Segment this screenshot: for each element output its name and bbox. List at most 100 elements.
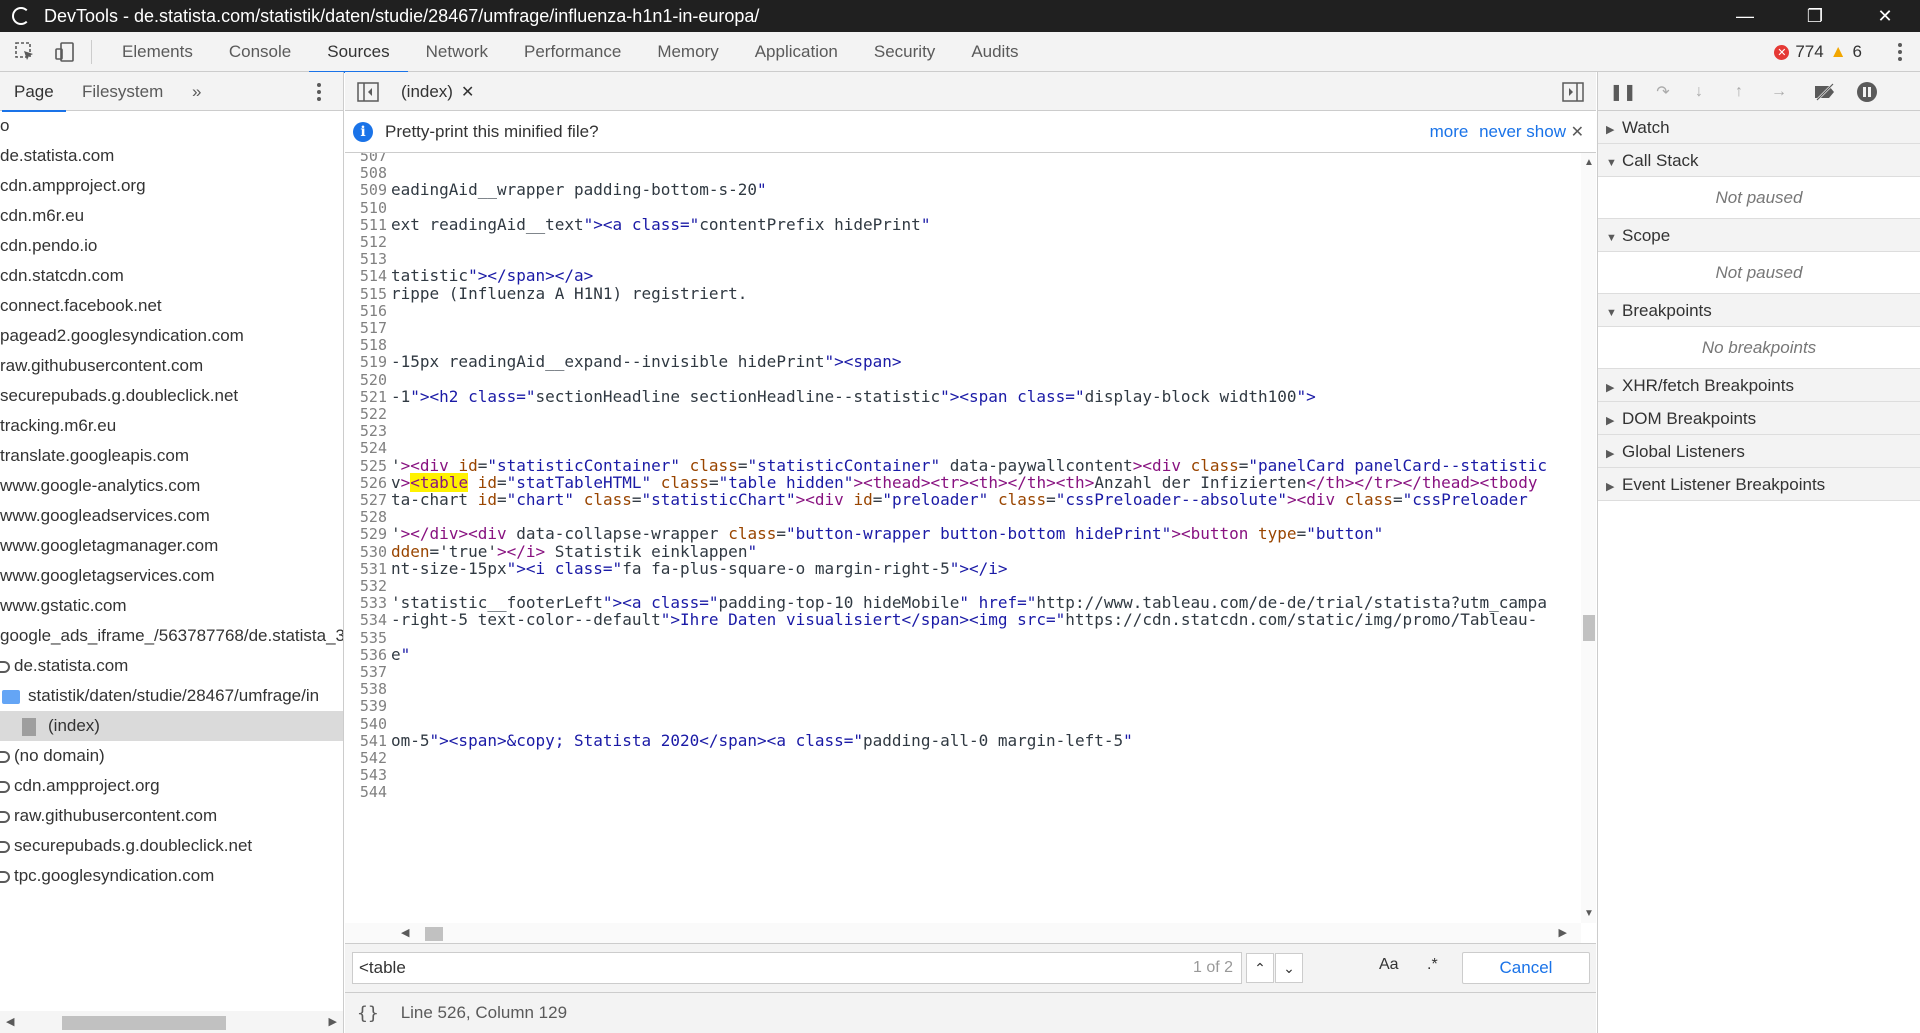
tree-domain-item[interactable]: google_ads_iframe_/563787768/de.statista… xyxy=(0,621,343,651)
expanded-triangle-icon: ▼ xyxy=(1606,307,1617,319)
tree-domain-item[interactable]: cdn.ampproject.org xyxy=(0,771,343,801)
tree-domain-item[interactable]: www.googleadservices.com xyxy=(0,501,343,531)
tree-domain-item[interactable]: cdn.ampproject.org xyxy=(0,171,343,201)
tree-domain-item[interactable]: connect.facebook.net xyxy=(0,291,343,321)
tree-domain-item[interactable]: raw.githubusercontent.com xyxy=(0,801,343,831)
deactivate-breakpoints-icon[interactable] xyxy=(1812,80,1838,104)
tab-memory[interactable]: Memory xyxy=(639,32,736,72)
pause-on-exceptions-icon[interactable] xyxy=(1854,80,1880,104)
more-tabs-icon[interactable]: » xyxy=(192,72,201,111)
tree-domain-item[interactable]: de.statista.com xyxy=(0,141,343,171)
tab-console[interactable]: Console xyxy=(211,32,309,72)
warning-count: 6 xyxy=(1852,42,1862,61)
device-toolbar-icon[interactable] xyxy=(52,40,78,64)
minimize-button[interactable]: — xyxy=(1710,0,1780,32)
tree-domain-item[interactable]: (no domain) xyxy=(0,741,343,771)
search-next-button[interactable]: ⌄ xyxy=(1275,953,1303,983)
step-over-icon[interactable]: ↷ xyxy=(1650,80,1676,104)
toggle-debugger-icon[interactable] xyxy=(1560,80,1586,104)
code-view[interactable]: 507 508 509 eadingAid__wrapper padding-bott… xyxy=(345,153,1581,923)
tree-domain-item[interactable]: o xyxy=(0,111,343,141)
tree-domain-item[interactable]: www.gstatic.com xyxy=(0,591,343,621)
cancel-search-button[interactable]: Cancel xyxy=(1462,952,1590,984)
toggle-navigator-icon[interactable] xyxy=(355,80,381,104)
issue-counters[interactable]: ✕ 774 ▲ 6 xyxy=(1774,32,1862,72)
pane-event-listener-breakpoints[interactable]: ▶ Event Listener Breakpoints xyxy=(1598,468,1920,501)
tree-item-label: pagead2.googlesyndication.com xyxy=(0,326,244,345)
cursor-position: Line 526, Column 129 xyxy=(400,1003,568,1022)
search-input[interactable]: <table 1 of 2 xyxy=(352,952,1242,984)
infobar-more-link[interactable]: more xyxy=(1430,122,1469,141)
step-into-icon[interactable]: ↓ xyxy=(1686,80,1712,104)
tree-domain-item[interactable]: cdn.pendo.io xyxy=(0,231,343,261)
search-match-count: 1 of 2 xyxy=(1192,959,1233,976)
pretty-print-icon[interactable]: {} xyxy=(357,1003,379,1024)
navigator-hscrollbar[interactable]: ◀ ▶ xyxy=(0,1011,343,1033)
customize-menu-icon[interactable] xyxy=(1892,40,1908,64)
tree-domain-item[interactable]: cdn.m6r.eu xyxy=(0,201,343,231)
domain-icon xyxy=(0,750,10,763)
close-infobar-icon[interactable]: ✕ xyxy=(1571,122,1584,142)
tree-domain-item[interactable]: securepubads.g.doubleclick.net xyxy=(0,831,343,861)
pane-placeholder: Not paused xyxy=(1598,177,1920,219)
pause-icon[interactable]: ❚❚ xyxy=(1610,80,1637,104)
tab-application[interactable]: Application xyxy=(737,32,856,72)
tab-performance[interactable]: Performance xyxy=(506,32,639,72)
tree-domain-item[interactable]: tracking.m6r.eu xyxy=(0,411,343,441)
tree-file-item[interactable]: (index) xyxy=(0,711,343,741)
code-line[interactable]: 544 xyxy=(345,781,1581,802)
step-out-icon[interactable]: ↑ xyxy=(1726,80,1752,104)
tab-network[interactable]: Network xyxy=(408,32,506,72)
editor-vscrollbar[interactable]: ▲ ▼ xyxy=(1581,153,1596,923)
tree-folder-item[interactable]: statistik/daten/studie/28467/umfrage/in xyxy=(0,681,343,711)
tree-domain-item[interactable]: raw.githubusercontent.com xyxy=(0,351,343,381)
step-icon[interactable]: → xyxy=(1766,80,1792,104)
tab-audits[interactable]: Audits xyxy=(953,32,1036,72)
pane-title: XHR/fetch Breakpoints xyxy=(1622,376,1794,395)
pane-placeholder: No breakpoints xyxy=(1598,327,1920,369)
collapsed-triangle-icon: ▶ xyxy=(1606,481,1615,493)
close-window-button[interactable]: ✕ xyxy=(1850,0,1920,32)
tree-item-label: connect.facebook.net xyxy=(0,296,162,315)
search-prev-button[interactable]: ⌃ xyxy=(1246,953,1274,983)
tree-domain-item[interactable]: www.googletagservices.com xyxy=(0,561,343,591)
tree-item-label: www.google-analytics.com xyxy=(0,476,201,495)
navigator-menu-icon[interactable] xyxy=(311,80,327,104)
tree-domain-item[interactable]: tpc.googlesyndication.com xyxy=(0,861,343,891)
tree-domain-item[interactable]: securepubads.g.doubleclick.net xyxy=(0,381,343,411)
infobar-never-show-link[interactable]: never show xyxy=(1479,122,1566,141)
pane-scope[interactable]: ▼ Scope xyxy=(1598,219,1920,252)
warning-icon: ▲ xyxy=(1829,42,1847,61)
tab-security[interactable]: Security xyxy=(856,32,953,72)
tree-domain-item[interactable]: pagead2.googlesyndication.com xyxy=(0,321,343,351)
nav-tab-filesystem[interactable]: Filesystem xyxy=(82,72,163,111)
pane-watch[interactable]: ▶ Watch xyxy=(1598,111,1920,144)
editor-hscrollbar[interactable]: ◀ ▶ xyxy=(345,923,1581,943)
tree-domain-item[interactable]: translate.googleapis.com xyxy=(0,441,343,471)
tree-item-label: securepubads.g.doubleclick.net xyxy=(14,836,253,855)
close-tab-icon[interactable]: ✕ xyxy=(461,84,474,101)
inspect-element-icon[interactable] xyxy=(12,40,38,64)
pane-global-listeners[interactable]: ▶ Global Listeners xyxy=(1598,435,1920,468)
tree-item-label: cdn.pendo.io xyxy=(0,236,98,255)
nav-tab-page[interactable]: Page xyxy=(2,72,66,112)
regex-button[interactable]: .* xyxy=(1427,956,1438,974)
tree-domain-item[interactable]: de.statista.com xyxy=(0,651,343,681)
tab-sources[interactable]: Sources xyxy=(309,32,409,73)
pane-xhr-fetch-breakpoints[interactable]: ▶ XHR/fetch Breakpoints xyxy=(1598,369,1920,402)
pane-call-stack[interactable]: ▼ Call Stack xyxy=(1598,144,1920,177)
match-case-button[interactable]: Aa xyxy=(1379,956,1399,974)
tree-item-label: de.statista.com xyxy=(14,656,129,675)
tab-elements[interactable]: Elements xyxy=(104,32,211,72)
editor-tab-index[interactable]: (index) ✕ xyxy=(401,72,474,111)
tree-domain-item[interactable]: cdn.statcdn.com xyxy=(0,261,343,291)
restore-button[interactable]: ❐ xyxy=(1780,0,1850,32)
pane-breakpoints[interactable]: ▼ Breakpoints xyxy=(1598,294,1920,327)
tree-item-label: cdn.statcdn.com xyxy=(0,266,124,285)
tree-item-label: www.gstatic.com xyxy=(0,596,127,615)
line-number[interactable]: 544 xyxy=(345,782,387,803)
folder-icon xyxy=(2,689,20,704)
tree-domain-item[interactable]: www.google-analytics.com xyxy=(0,471,343,501)
tree-domain-item[interactable]: www.googletagmanager.com xyxy=(0,531,343,561)
pane-dom-breakpoints[interactable]: ▶ DOM Breakpoints xyxy=(1598,402,1920,435)
